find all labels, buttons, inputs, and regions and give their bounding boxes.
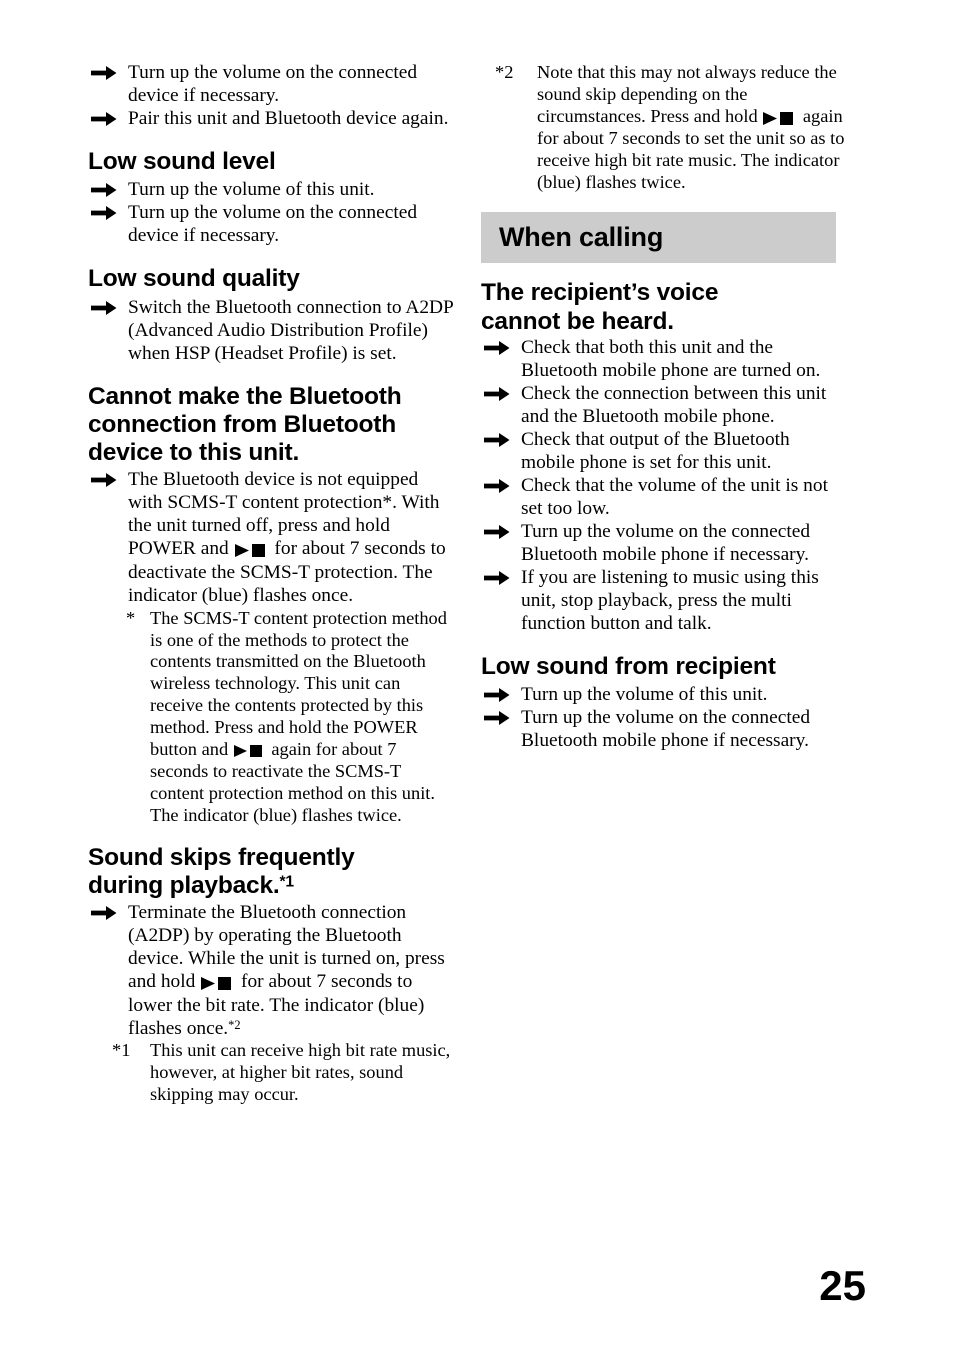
section-heading-low-sound-quality: Low sound quality xyxy=(88,265,300,293)
list-item: Terminate the Bluetooth connection (A2DP… xyxy=(88,902,454,1041)
heading-footnote-marker: *1 xyxy=(279,873,294,891)
play-stop-button-glyph xyxy=(201,972,235,995)
right-arrow-icon xyxy=(483,338,513,360)
sound-skips-bullet-list: Terminate the Bluetooth connection (A2DP… xyxy=(88,902,454,1041)
list-item: Turn up the volume on the connected devi… xyxy=(88,202,454,248)
list-item-text: Check that the volume of the unit is not… xyxy=(521,474,828,519)
list-item: Turn up the volume of this unit. xyxy=(481,684,847,707)
right-arrow-icon xyxy=(483,568,513,590)
play-stop-button-glyph xyxy=(233,740,266,762)
section-heading-sound-skips: Sound skips frequently during playback.*1 xyxy=(88,844,454,901)
page-number: 25 xyxy=(819,1262,866,1309)
right-arrow-icon xyxy=(483,708,513,730)
list-item-text: If you are listening to music using this… xyxy=(521,566,819,634)
low-sound-recipient-bullet-list: Turn up the volume of this unit. Turn up… xyxy=(481,684,847,753)
list-item: The Bluetooth device is not equipped wit… xyxy=(88,469,454,608)
sound-skips-footnote: *1 This unit can receive high bit rate mu… xyxy=(88,1040,454,1105)
list-item-text: Turn up the volume on the connected devi… xyxy=(128,62,418,106)
right-arrow-icon xyxy=(90,470,120,492)
low-sound-level-bullet-list: Turn up the volume of this unit. Turn up… xyxy=(88,179,454,248)
list-item-text: Check that output of the Bluetooth mobil… xyxy=(521,428,790,473)
right-arrow-icon xyxy=(483,685,513,707)
section-heading-low-sound-level: Low sound level xyxy=(88,147,276,175)
right-arrow-icon xyxy=(483,430,513,452)
footnote-marker: * xyxy=(126,607,136,628)
list-item-text: Check that both this unit and the Blueto… xyxy=(521,336,821,381)
list-item: Check that both this unit and the Blueto… xyxy=(481,337,847,383)
list-item-text: Switch the Bluetooth connection to A2DP … xyxy=(128,296,454,364)
list-item-text: Check the connection between this unit a… xyxy=(521,382,827,427)
right-arrow-icon xyxy=(90,109,120,131)
right-arrow-icon xyxy=(90,903,120,925)
list-item: Turn up the volume of this unit. xyxy=(88,179,454,202)
list-item-text: Turn up the volume on the connected devi… xyxy=(128,202,418,247)
footnote-marker: *2 xyxy=(495,62,514,82)
scms-bullet-list: The Bluetooth device is not equipped wit… xyxy=(88,469,454,608)
list-item: Turn up the volume on the connected devi… xyxy=(88,62,454,108)
heading-line-1: The recipient’s voice xyxy=(481,279,719,307)
section-heading-recipient-voice: The recipient’s voice cannot be heard. xyxy=(481,279,847,336)
right-arrow-icon xyxy=(90,203,120,225)
right-arrow-icon xyxy=(90,63,120,85)
right-arrow-icon xyxy=(483,522,513,544)
right-arrow-icon xyxy=(90,298,120,320)
list-item: Switch the Bluetooth connection to A2DP … xyxy=(88,297,454,366)
bitrate-footnote: *2 Note that this may not always reduce t… xyxy=(481,62,847,194)
banner-title: When calling xyxy=(499,221,664,252)
right-arrow-icon xyxy=(483,476,513,498)
section-heading-cannot-make-connection: Cannot make the Bluetooth connection fro… xyxy=(88,382,402,467)
list-item: Check that output of the Bluetooth mobil… xyxy=(481,429,847,475)
right-arrow-icon xyxy=(90,180,120,202)
list-item: Check that the volume of the unit is not… xyxy=(481,475,847,521)
recipient-voice-bullet-list: Check that both this unit and the Blueto… xyxy=(481,337,847,636)
right-column: *2 Note that this may not always reduce t… xyxy=(481,62,847,753)
list-item: Turn up the volume on the connected Blue… xyxy=(481,707,847,753)
list-item: Check the connection between this unit a… xyxy=(481,383,847,429)
low-sound-quality-bullet-list: Switch the Bluetooth connection to A2DP … xyxy=(88,297,454,366)
list-item: If you are listening to music using this… xyxy=(481,567,847,636)
when-calling-banner: When calling xyxy=(481,211,836,264)
heading-line-1: Sound skips frequently xyxy=(88,843,355,871)
left-column: Turn up the volume on the connected devi… xyxy=(88,62,454,1106)
section-heading-low-sound-from-recipient: Low sound from recipient xyxy=(481,652,776,680)
manual-page: Turn up the volume on the connected devi… xyxy=(0,0,954,1345)
list-item-text: Turn up the volume on the connected Blue… xyxy=(521,520,811,565)
list-item: Pair this unit and Bluetooth device agai… xyxy=(88,108,454,131)
right-arrow-icon xyxy=(483,384,513,406)
list-item-text: Turn up the volume of this unit. xyxy=(521,684,768,706)
scms-subnote: * The SCMS-T content protection method is… xyxy=(88,608,454,827)
footnote-text: This unit can receive high bit rate musi… xyxy=(150,1040,451,1105)
list-item: Turn up the volume on the connected Blue… xyxy=(481,521,847,567)
play-stop-button-glyph xyxy=(234,539,269,562)
list-item-text: Pair this unit and Bluetooth device agai… xyxy=(128,107,449,129)
footnote-marker: *1 xyxy=(112,1040,131,1061)
inline-footnote-marker: *2 xyxy=(228,1017,241,1032)
heading-line-2: during playback. xyxy=(88,872,280,900)
intro-bullet-list: Turn up the volume on the connected devi… xyxy=(88,62,454,131)
play-stop-button-glyph xyxy=(763,107,797,129)
list-item-text: Turn up the volume on the connected Blue… xyxy=(521,707,811,752)
list-item-text: Turn up the volume of this unit. xyxy=(128,179,375,201)
subnote-text-part1: The SCMS-T content protection method is … xyxy=(150,607,447,759)
heading-line-2: cannot be heard. xyxy=(481,307,674,335)
